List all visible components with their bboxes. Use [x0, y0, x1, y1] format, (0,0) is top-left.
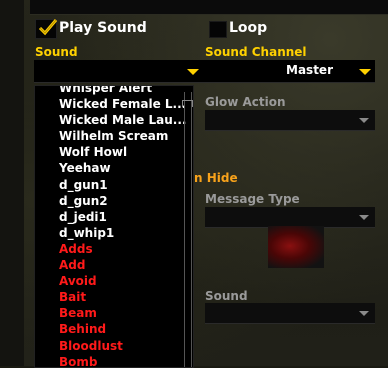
chevron-down-icon[interactable]: [359, 215, 369, 220]
glow-action-dropdown[interactable]: [205, 110, 375, 131]
chevron-down-icon[interactable]: [359, 118, 369, 123]
sound-list-item[interactable]: Beam: [59, 305, 186, 321]
sound-channel-label: Sound Channel: [205, 45, 307, 59]
sound-list-item[interactable]: Wicked Male Lau...: [59, 112, 186, 128]
sound-list-item[interactable]: d_gun2: [59, 193, 186, 209]
sound-dropdown-list[interactable]: Whisper Alert Wicked Female L... Wicked Ma…: [34, 85, 194, 368]
play-sound-label: Play Sound: [59, 20, 147, 36]
sound-list-item[interactable]: d_whip1: [59, 225, 186, 241]
top-bar: [30, 0, 388, 15]
scrollbar-track[interactable]: [184, 92, 192, 367]
texture-preview: [268, 226, 324, 268]
frame-edge: [0, 0, 24, 366]
sound-list-item[interactable]: Wilhelm Scream: [59, 128, 186, 144]
sound-list-item[interactable]: Avoid: [59, 273, 186, 289]
sound-label: Sound: [35, 45, 78, 59]
on-hide-header: n Hide: [194, 171, 238, 185]
sound-channel-value: Master: [286, 63, 333, 77]
loop-checkbox[interactable]: [209, 21, 227, 38]
sound-channel-dropdown[interactable]: Master: [205, 60, 375, 83]
message-type-label: Message Type: [205, 192, 300, 206]
sound-dropdown[interactable]: [34, 60, 206, 83]
checkmark-icon: [38, 19, 58, 36]
scrollbar-thumb[interactable]: [182, 100, 193, 107]
sound-list-item[interactable]: Bait: [59, 289, 186, 305]
sound-list-items: Whisper Alert Wicked Female L... Wicked Ma…: [59, 86, 186, 367]
chevron-down-icon[interactable]: [359, 311, 369, 316]
chevron-down-icon[interactable]: [359, 69, 371, 75]
play-sound-checkbox[interactable]: [35, 19, 58, 39]
sound-list-item[interactable]: Add: [59, 257, 186, 273]
on-hide-sound-label: Sound: [205, 289, 248, 303]
sound-list-item[interactable]: Whisper Alert: [59, 86, 186, 96]
sound-list-item[interactable]: Behind: [59, 321, 186, 337]
sound-list-item[interactable]: d_gun1: [59, 177, 186, 193]
sound-list-item[interactable]: d_jedi1: [59, 209, 186, 225]
sound-list-item[interactable]: Wolf Howl: [59, 144, 186, 160]
on-hide-sound-dropdown[interactable]: [205, 303, 375, 324]
sound-list-item[interactable]: Wicked Female L...: [59, 96, 186, 112]
sound-list-item[interactable]: Bloodlust: [59, 338, 186, 354]
sound-list-item[interactable]: Yeehaw: [59, 160, 186, 176]
chevron-down-icon[interactable]: [187, 69, 199, 75]
sound-list-item[interactable]: Adds: [59, 241, 186, 257]
loop-label: Loop: [229, 20, 268, 36]
message-type-dropdown[interactable]: [205, 207, 375, 228]
glow-action-label: Glow Action: [205, 95, 286, 109]
